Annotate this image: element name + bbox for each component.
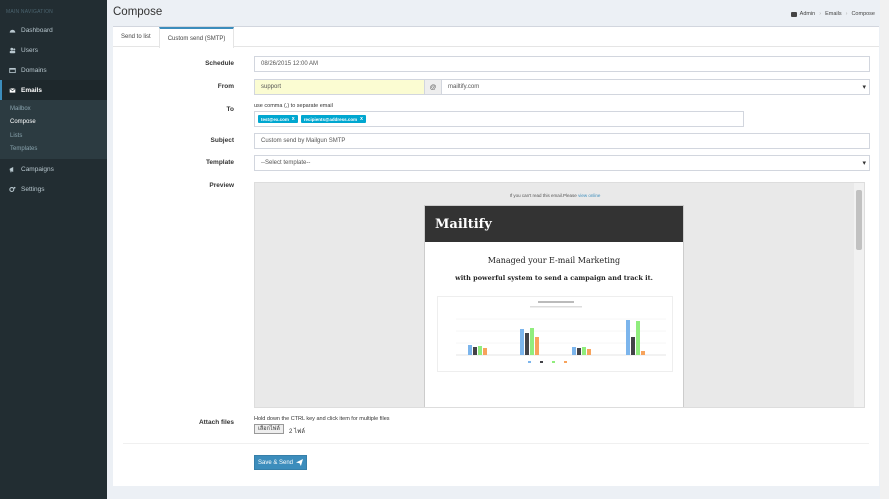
- preview-scroll-thumb[interactable]: [856, 190, 862, 250]
- sidebar-item-emails[interactable]: Emails: [0, 80, 107, 100]
- sidebar-item-domains[interactable]: Domains: [0, 60, 107, 80]
- template-select[interactable]: --Select template--: [254, 155, 870, 171]
- schedule-label: Schedule: [205, 60, 234, 67]
- to-label: To: [226, 106, 234, 113]
- from-domain-select[interactable]: mailtify.com: [441, 79, 870, 95]
- breadcrumb-admin[interactable]: Admin: [800, 11, 816, 17]
- recipient-tag-label: test@ex.com: [261, 116, 289, 122]
- save-and-send-label: Save & Send: [257, 459, 294, 466]
- sidebar-item-label: Campaigns: [21, 165, 54, 173]
- gears-icon: [9, 186, 16, 192]
- save-and-send-button[interactable]: Save & Send: [254, 455, 307, 470]
- sidebar-item-campaigns[interactable]: Campaigns: [0, 159, 107, 179]
- nav-header: MAIN NAVIGATION: [6, 9, 53, 15]
- paper-plane-icon: [296, 459, 304, 466]
- sidebar-subitem-lists[interactable]: Lists: [0, 129, 107, 143]
- preview-scrollbar[interactable]: [854, 183, 864, 407]
- sidebar-subitem-mailbox[interactable]: Mailbox: [0, 102, 107, 116]
- preview-frame[interactable]: If you can't read this email.Please view…: [254, 182, 865, 408]
- email-subheadline: with powerful system to send a campaign …: [455, 274, 653, 282]
- schedule-input[interactable]: 08/26/2015 12:00 AM: [254, 56, 870, 72]
- page-scrollbar[interactable]: [880, 0, 889, 499]
- preview-note-text: If you can't read this email.Please: [509, 193, 577, 198]
- from-label: From: [217, 83, 234, 90]
- tab-bar: Send to list Custom send (SMTP): [113, 27, 879, 48]
- subject-label: Subject: [210, 137, 234, 144]
- at-sign-addon: @: [424, 79, 442, 95]
- to-tags-input[interactable]: test@ex.com x recipients@address.com x: [254, 111, 744, 127]
- compose-box: Send to list Custom send (SMTP) Schedule…: [113, 26, 879, 486]
- attach-label: Attach files: [198, 419, 234, 426]
- from-domain-value: mailtify.com: [448, 84, 480, 90]
- email-brand: Mailtify: [435, 216, 492, 232]
- bullhorn-icon: [9, 166, 14, 172]
- sidebar-item-label: Domains: [21, 66, 47, 74]
- sidebar-subitem-compose[interactable]: Compose: [0, 116, 107, 130]
- remove-tag-button[interactable]: x: [360, 116, 363, 122]
- preview-note: If you can't read this email.Please view…: [255, 193, 855, 198]
- email-brand-header: Mailtify: [425, 206, 683, 242]
- chart-thumbnail-graphic: [456, 301, 666, 363]
- from-user-input[interactable]: support: [254, 79, 425, 95]
- view-online-link[interactable]: view online: [578, 193, 600, 198]
- remove-tag-button[interactable]: x: [292, 116, 295, 122]
- tab-send-to-list[interactable]: Send to list: [113, 27, 159, 47]
- dashboard-icon: [790, 11, 797, 17]
- page-title: Compose: [113, 6, 163, 18]
- breadcrumb: Admin › Emails › Compose: [790, 11, 875, 17]
- sidebar-item-dashboard[interactable]: Dashboard: [0, 20, 107, 40]
- choose-files-label: เลือกไฟล์: [258, 426, 280, 432]
- breadcrumb-separator: ›: [845, 11, 848, 17]
- tab-custom-send[interactable]: Custom send (SMTP): [158, 27, 235, 48]
- emails-submenu: Mailbox Compose Lists Templates: [0, 100, 107, 159]
- envelope-icon: [9, 87, 16, 93]
- sidebar-item-label: Dashboard: [21, 26, 53, 34]
- form-divider: [123, 443, 869, 444]
- breadcrumb-separator: ›: [819, 11, 822, 17]
- file-count: 2 ไฟล์: [289, 429, 305, 435]
- sidebar-item-settings[interactable]: Settings: [0, 179, 107, 199]
- template-value: --Select template--: [261, 160, 311, 166]
- users-icon: [9, 47, 16, 53]
- attach-hint: Hold down the CTRL key and click item fo…: [254, 416, 390, 422]
- subject-input[interactable]: Custom send by Mailgun SMTP: [254, 133, 870, 149]
- email-preview-card: Mailtify Managed your E-mail Marketing w…: [424, 205, 684, 407]
- content-area: Compose Admin › Emails › Compose Send to…: [107, 0, 889, 499]
- preview-topbar: [255, 183, 855, 190]
- sidebar-item-label: Emails: [21, 86, 42, 94]
- sidebar-item-users[interactable]: Users: [0, 40, 107, 60]
- sidebar: MAIN NAVIGATION Dashboard Users Domains …: [0, 0, 107, 499]
- email-chart-image: [437, 296, 673, 372]
- dashboard-icon: [9, 29, 16, 33]
- choose-files-button[interactable]: เลือกไฟล์: [254, 424, 284, 434]
- recipient-tag: test@ex.com x: [258, 115, 298, 123]
- preview-label: Preview: [209, 182, 234, 189]
- sidebar-item-label: Users: [21, 46, 38, 54]
- sidebar-item-label: Settings: [21, 185, 45, 193]
- template-label: Template: [205, 159, 234, 166]
- sidebar-subitem-templates[interactable]: Templates: [0, 143, 107, 157]
- recipient-tag-label: recipients@address.com: [303, 116, 358, 122]
- email-headline: Managed your E-mail Marketing: [487, 256, 621, 265]
- breadcrumb-compose: Compose: [851, 11, 875, 17]
- recipient-tag: recipients@address.com x: [300, 115, 366, 123]
- domains-icon: [9, 67, 16, 73]
- to-hint: use comma (,) to separate email: [254, 103, 333, 109]
- breadcrumb-emails[interactable]: Emails: [825, 11, 842, 17]
